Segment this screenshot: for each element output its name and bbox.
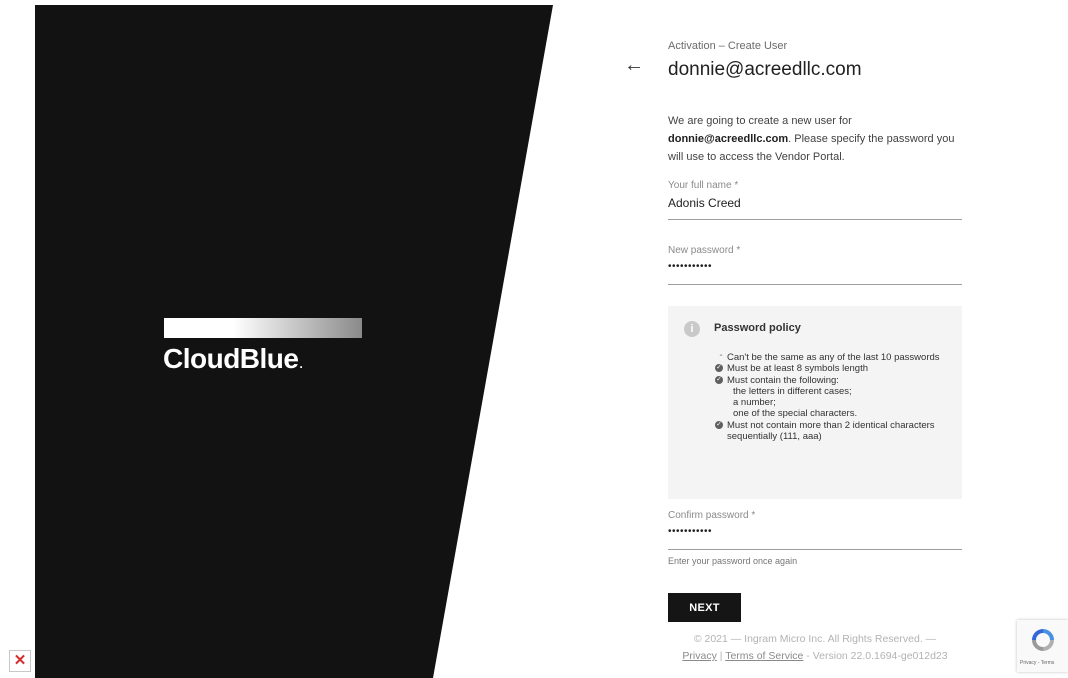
new-password-underline bbox=[668, 284, 962, 285]
check-circle-icon: ✓ bbox=[715, 375, 723, 384]
new-password-label: New password * bbox=[668, 245, 741, 256]
check-circle-icon: ✓ bbox=[715, 420, 723, 429]
full-name-input[interactable]: Adonis Creed bbox=[668, 196, 962, 212]
arrow-left-icon[interactable]: ← bbox=[624, 55, 644, 75]
full-name-field[interactable]: Your full name * Adonis Creed bbox=[668, 180, 962, 220]
policy-subitem: the letters in different cases; bbox=[733, 385, 852, 397]
confirm-password-label: Confirm password * bbox=[668, 510, 756, 521]
cloudblue-logo: CloudBlue. bbox=[163, 343, 303, 374]
next-button[interactable]: NEXT bbox=[668, 593, 741, 622]
policy-subitem: one of the special characters. bbox=[733, 408, 858, 420]
brand-background bbox=[35, 5, 553, 678]
policy-item: ✓ Must contain the following: the letters… bbox=[713, 375, 953, 420]
policy-title: Password policy bbox=[714, 322, 801, 334]
dash-icon: - bbox=[719, 350, 723, 361]
footer: © 2021 — Ingram Micro Inc. All Rights Re… bbox=[668, 631, 962, 665]
recaptcha-badge[interactable]: Privacy - Terms bbox=[1017, 620, 1068, 672]
policy-item: ✓ Must not contain more than 2 identical … bbox=[715, 419, 935, 443]
page-subtitle: Activation – Create User bbox=[668, 40, 788, 52]
brand-panel: CloudBlue. bbox=[0, 0, 560, 678]
description-text: We are going to create a new user for do… bbox=[668, 115, 955, 163]
confirm-password-underline bbox=[668, 549, 962, 550]
recaptcha-links[interactable]: Privacy - Terms bbox=[1020, 660, 1054, 666]
password-policy-panel: i Password policy - Can't be the same as … bbox=[668, 306, 962, 499]
footer-links: Privacy | Terms of Service - Version 22.… bbox=[682, 650, 948, 662]
confirm-password-field[interactable]: Confirm password * ••••••••••• bbox=[668, 510, 962, 550]
full-name-label: Your full name * bbox=[668, 180, 739, 191]
copyright-text: © 2021 — Ingram Micro Inc. All Rights Re… bbox=[693, 633, 937, 645]
new-password-input[interactable]: ••••••••••• bbox=[668, 261, 962, 277]
broken-image-icon: ✕ bbox=[9, 650, 31, 672]
version-text: - Version 22.0.1694-ge012d23 bbox=[803, 650, 948, 662]
info-icon: i bbox=[684, 321, 700, 337]
confirm-password-hint: Enter your password once again bbox=[668, 556, 798, 566]
policy-item: ✓ Must be at least 8 symbols length bbox=[715, 363, 868, 375]
new-password-field[interactable]: New password * ••••••••••• bbox=[668, 245, 962, 285]
policy-item: - Can't be the same as any of the last 10… bbox=[713, 350, 953, 364]
recaptcha-icon bbox=[1032, 629, 1054, 651]
logo-gradient-bar bbox=[164, 318, 362, 338]
privacy-link[interactable]: Privacy bbox=[682, 650, 716, 662]
description-email: donnie@acreedllc.com bbox=[668, 133, 789, 145]
full-name-underline bbox=[668, 219, 962, 220]
terms-link[interactable]: Terms of Service bbox=[725, 650, 803, 662]
policy-list: - Can't be the same as any of the last 10… bbox=[713, 350, 953, 443]
check-circle-icon: ✓ bbox=[715, 364, 723, 373]
policy-subitem: a number; bbox=[733, 397, 776, 409]
page-title: donnie@acreedllc.com bbox=[668, 59, 862, 80]
confirm-password-input[interactable]: ••••••••••• bbox=[668, 526, 962, 542]
